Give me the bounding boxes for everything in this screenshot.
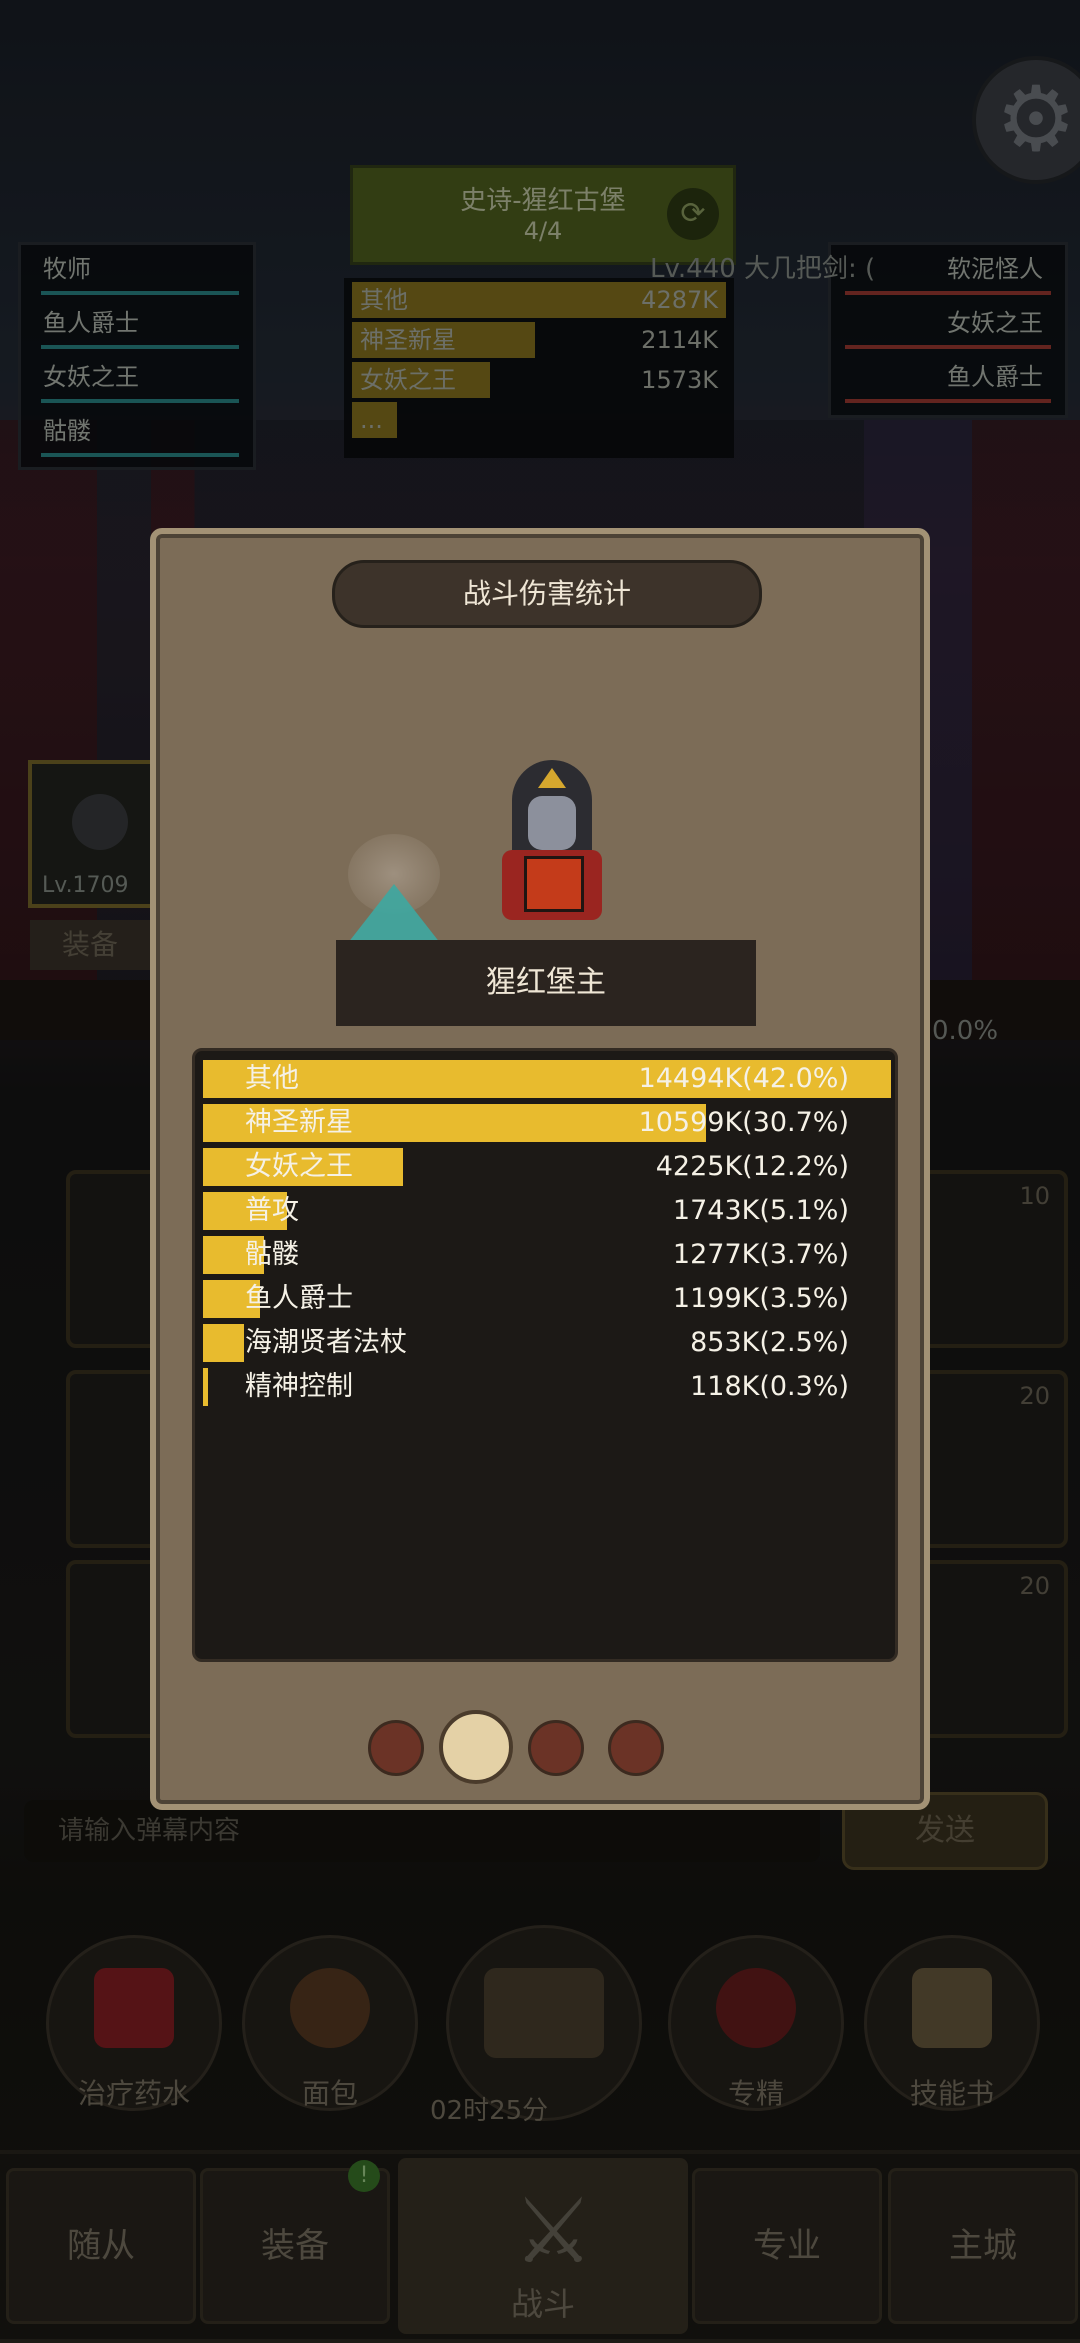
damage-source-name: 其他 xyxy=(245,1063,299,1094)
boss-portrait xyxy=(472,760,632,930)
damage-source-name: 海潮贤者法杖 xyxy=(245,1327,407,1358)
damage-row: 骷髅 1277K(3.7%) xyxy=(195,1233,895,1277)
page-dot[interactable] xyxy=(368,1720,424,1776)
page-dot[interactable] xyxy=(528,1720,584,1776)
damage-value: 1277K(3.7%) xyxy=(672,1239,849,1270)
damage-source-name: 神圣新星 xyxy=(245,1107,353,1138)
damage-bar xyxy=(203,1324,244,1362)
damage-value: 4225K(12.2%) xyxy=(655,1151,849,1182)
boss-face xyxy=(528,796,576,850)
damage-value: 853K(2.5%) xyxy=(690,1327,849,1358)
damage-value: 14494K(42.0%) xyxy=(638,1063,849,1094)
damage-source-name: 女妖之王 xyxy=(245,1151,353,1182)
damage-row: 鱼人爵士 1199K(3.5%) xyxy=(195,1277,895,1321)
damage-source-name: 鱼人爵士 xyxy=(245,1283,353,1314)
damage-row: 神圣新星 10599K(30.7%) xyxy=(195,1101,895,1145)
boss-book xyxy=(524,856,584,912)
page-indicator xyxy=(156,1706,924,1784)
page-dot[interactable] xyxy=(608,1720,664,1776)
damage-list[interactable]: 其他 14494K(42.0%) 神圣新星 10599K(30.7%) 女妖之王 4225… xyxy=(192,1048,898,1662)
damage-value: 1743K(5.1%) xyxy=(672,1195,849,1226)
damage-value: 118K(0.3%) xyxy=(690,1371,849,1402)
damage-value: 10599K(30.7%) xyxy=(638,1107,849,1138)
damage-row: 女妖之王 4225K(12.2%) xyxy=(195,1145,895,1189)
damage-row: 其他 14494K(42.0%) xyxy=(195,1057,895,1101)
damage-row: 普攻 1743K(5.1%) xyxy=(195,1189,895,1233)
damage-source-name: 精神控制 xyxy=(245,1371,353,1402)
damage-source-name: 骷髅 xyxy=(245,1239,299,1270)
dialog-title: 战斗伤害统计 xyxy=(332,560,762,628)
damage-row: 精神控制 118K(0.3%) xyxy=(195,1365,895,1409)
boss-name: 猩红堡主 xyxy=(336,940,756,1026)
damage-bar xyxy=(203,1368,208,1406)
page-dot[interactable] xyxy=(439,1710,513,1784)
damage-source-name: 普攻 xyxy=(245,1195,299,1226)
damage-row: 海潮贤者法杖 853K(2.5%) xyxy=(195,1321,895,1365)
damage-stats-dialog: 战斗伤害统计 猩红堡主 其他 14494K(42.0%) 神圣新星 10599K(30… xyxy=(150,528,930,1810)
damage-value: 1199K(3.5%) xyxy=(672,1283,849,1314)
